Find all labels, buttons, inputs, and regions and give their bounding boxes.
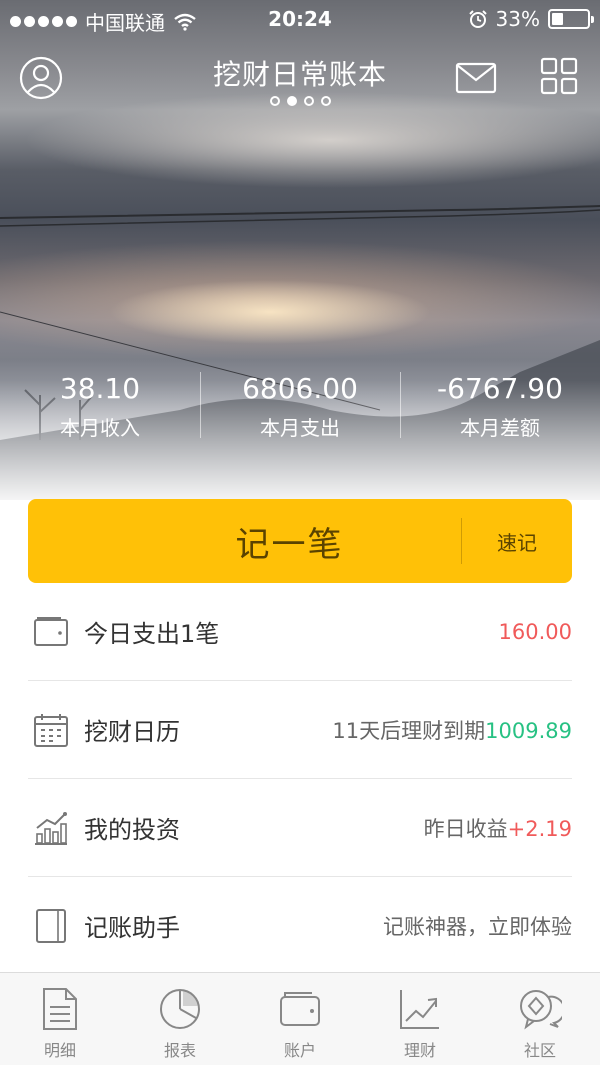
status-bar: 中国联通 20:24 33% (0, 0, 600, 40)
list-item-value: 昨日收益+2.19 (424, 813, 572, 843)
page-dot[interactable] (303, 96, 314, 106)
stat-value: -6767.90 (437, 372, 563, 405)
tab-accounts[interactable]: 账户 (240, 973, 360, 1065)
pie-chart-icon (160, 989, 200, 1029)
stat-income[interactable]: 38.10 本月收入 (0, 372, 200, 442)
notebook-icon (36, 908, 66, 943)
tab-community[interactable]: 社区 (480, 973, 600, 1065)
page-dot-active[interactable] (286, 96, 297, 106)
stat-label: 本月差额 (460, 416, 540, 440)
value-prefix: 昨日收益 (423, 816, 508, 841)
page-title: 挖财日常账本 (212, 58, 387, 91)
list-item-label: 挖财日历 (84, 718, 180, 746)
list-item-assistant[interactable]: 记账助手 记账神器，立即体验 (28, 877, 572, 975)
tab-label: 报表 (163, 1041, 196, 1060)
tab-finance[interactable]: 理财 (360, 973, 480, 1065)
mail-icon[interactable] (455, 62, 497, 94)
tab-details[interactable]: 明细 (0, 973, 120, 1065)
document-icon (43, 988, 77, 1030)
calendar-icon (34, 713, 68, 747)
chart-icon (35, 811, 67, 845)
list-item-calendar[interactable]: 挖财日历 11天后理财到期1009.89 (28, 681, 572, 779)
community-icon (520, 990, 562, 1030)
value-prefix: 11天后理财到期 (332, 718, 486, 743)
value-amount: 160.00 (498, 619, 572, 644)
record-entry-bar: 记一笔 速记 (28, 499, 572, 583)
tab-label: 明细 (43, 1041, 76, 1060)
alarm-icon (468, 10, 487, 28)
list-item-investment[interactable]: 我的投资 昨日收益+2.19 (28, 779, 572, 877)
list-item-label: 今日支出1笔 (84, 620, 220, 648)
list-item-label: 我的投资 (84, 816, 180, 844)
tab-reports[interactable]: 报表 (120, 973, 240, 1065)
trend-icon (400, 990, 439, 1029)
stat-label: 本月收入 (60, 416, 140, 440)
tab-label: 社区 (523, 1041, 556, 1060)
battery-icon (548, 9, 594, 29)
wallet-icon (34, 616, 68, 646)
wallet-icon (280, 992, 320, 1026)
list-item-today-expense[interactable]: 今日支出1笔 160.00 (28, 583, 572, 681)
stat-value: 6806.00 (242, 372, 358, 405)
tab-label: 账户 (283, 1041, 316, 1060)
list-item-value: 160.00 (499, 620, 572, 644)
record-button[interactable]: 记一笔 (28, 517, 461, 566)
battery-percent: 33% (495, 7, 540, 31)
list-item-label: 记账助手 (84, 914, 180, 942)
feature-list: 今日支出1笔 160.00 挖财日历 11天后理财到期1009.89 我的投资 … (28, 583, 572, 975)
list-item-value: 记账神器，立即体验 (383, 911, 572, 941)
value-amount: +2.19 (507, 816, 572, 841)
grid-menu-icon[interactable] (540, 57, 578, 95)
page-dot[interactable] (269, 96, 280, 106)
list-item-value: 11天后理财到期1009.89 (332, 715, 572, 745)
value-prefix: 记账神器，立即体验 (383, 914, 572, 939)
stat-balance[interactable]: -6767.90 本月差额 (400, 372, 600, 442)
stat-expense[interactable]: 6806.00 本月支出 (200, 372, 400, 442)
page-indicator[interactable] (0, 96, 600, 106)
monthly-summary: 38.10 本月收入 6806.00 本月支出 -6767.90 本月差额 (0, 372, 600, 442)
top-navigation: 挖财日常账本 (0, 50, 600, 110)
page-dot[interactable] (320, 96, 331, 106)
bottom-tab-bar: 明细 报表 账户 理财 社区 (0, 972, 600, 1065)
value-amount: 1009.89 (485, 718, 572, 743)
quick-record-button[interactable]: 速记 (462, 527, 572, 556)
stat-value: 38.10 (59, 372, 141, 405)
tab-label: 理财 (403, 1041, 436, 1060)
stat-label: 本月支出 (260, 416, 340, 440)
